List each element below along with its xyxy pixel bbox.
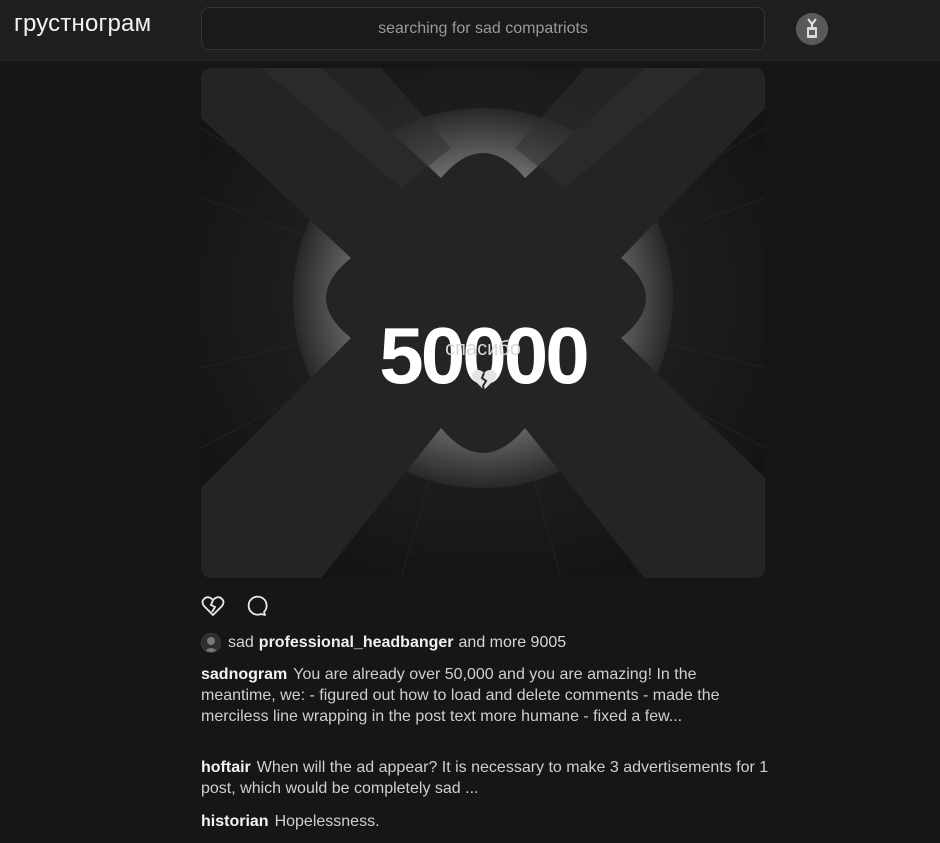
comment-text: Hopelessness.	[274, 813, 380, 830]
thanks-text: спасибо	[445, 338, 521, 360]
comment-item: historian Hopelessness.	[201, 811, 769, 832]
liker-username[interactable]: professional_headbanger	[259, 634, 454, 652]
app-logo[interactable]: грустнограм	[14, 10, 151, 38]
user-icon	[796, 13, 828, 45]
post-actions	[201, 594, 301, 618]
comment-author[interactable]: hoftair	[201, 759, 251, 776]
comment-item: hoftair When will the ad appear? It is ne…	[201, 757, 769, 799]
comment-bubble-icon	[247, 595, 268, 616]
like-button[interactable]	[201, 594, 225, 618]
comment-button[interactable]	[244, 594, 268, 618]
broken-heart-icon	[471, 369, 497, 391]
broken-heart-icon	[201, 596, 225, 616]
likes-summary: sad professional_headbanger and more 900…	[201, 633, 566, 653]
comment-author[interactable]: historian	[201, 813, 269, 830]
liker-avatar[interactable]	[201, 633, 221, 653]
likes-prefix: sad	[228, 634, 254, 651]
post-caption: sadnogram You are already over 50,000 and…	[201, 664, 769, 727]
likes-count-text[interactable]: and more 9005	[459, 634, 567, 652]
top-bar: грустнограм	[0, 0, 940, 61]
caption-author[interactable]: sadnogram	[201, 666, 287, 683]
user-icon	[204, 637, 218, 652]
post-image[interactable]: 50000 спасибо	[201, 68, 765, 578]
profile-avatar[interactable]	[796, 13, 828, 45]
search-input[interactable]	[201, 7, 765, 50]
comment-text: When will the ad appear? It is necessary…	[201, 759, 769, 797]
